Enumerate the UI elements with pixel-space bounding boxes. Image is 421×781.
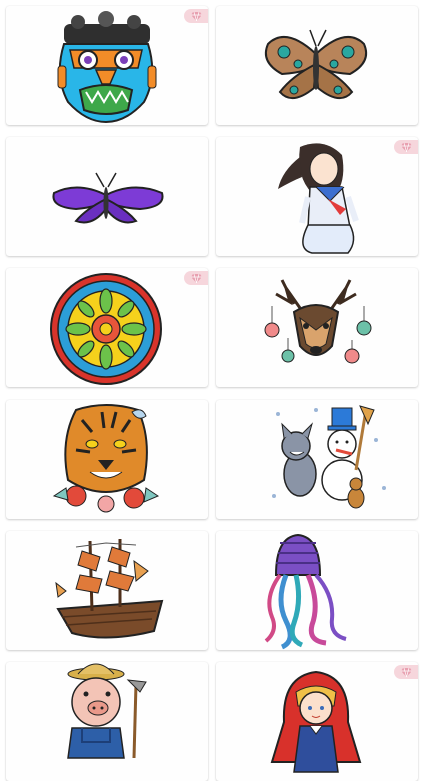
- artwork-card-farmer-pig[interactable]: [6, 662, 208, 781]
- artwork-card-tribal-mask[interactable]: [6, 6, 208, 125]
- diamond-icon: [190, 273, 202, 283]
- diamond-icon: [400, 142, 412, 152]
- diamond-icon: [190, 11, 202, 21]
- artwork-card-tiger-flowers[interactable]: [6, 400, 208, 519]
- artwork-card-deer-ornaments[interactable]: [216, 268, 418, 387]
- artwork-card-anime-girl[interactable]: [216, 137, 418, 256]
- artwork-card-red-riding-hood[interactable]: [216, 662, 418, 781]
- premium-badge: [184, 9, 208, 23]
- pig-farmer-illustration: [67, 663, 147, 759]
- premium-badge: [184, 271, 208, 285]
- butterfly-illustration: [264, 29, 368, 99]
- jellyfish-illustration: [264, 533, 347, 650]
- tribal-mask-illustration: [57, 11, 157, 124]
- mandala-illustration: [50, 273, 162, 385]
- ship-illustration: [55, 539, 164, 639]
- artwork-card-jellyfish[interactable]: [216, 531, 418, 650]
- artwork-card-mandala[interactable]: [6, 268, 208, 387]
- premium-badge: [394, 665, 418, 679]
- artwork-card-butterfly-purple[interactable]: [6, 137, 208, 256]
- deer-illustration: [264, 279, 372, 364]
- red-riding-hood-illustration: [270, 670, 362, 773]
- artwork-card-pirate-ship[interactable]: [6, 531, 208, 650]
- cartoon-illustration: [272, 405, 386, 509]
- tiger-illustration: [52, 404, 160, 513]
- premium-badge: [394, 140, 418, 154]
- artwork-card-butterfly-brown[interactable]: [216, 6, 418, 125]
- artwork-gallery-grid: [0, 0, 421, 781]
- artwork-card-cat-mouse-snowman[interactable]: [216, 400, 418, 519]
- diamond-icon: [400, 667, 412, 677]
- butterfly-illustration: [52, 172, 164, 224]
- anime-girl-illustration: [278, 143, 359, 254]
